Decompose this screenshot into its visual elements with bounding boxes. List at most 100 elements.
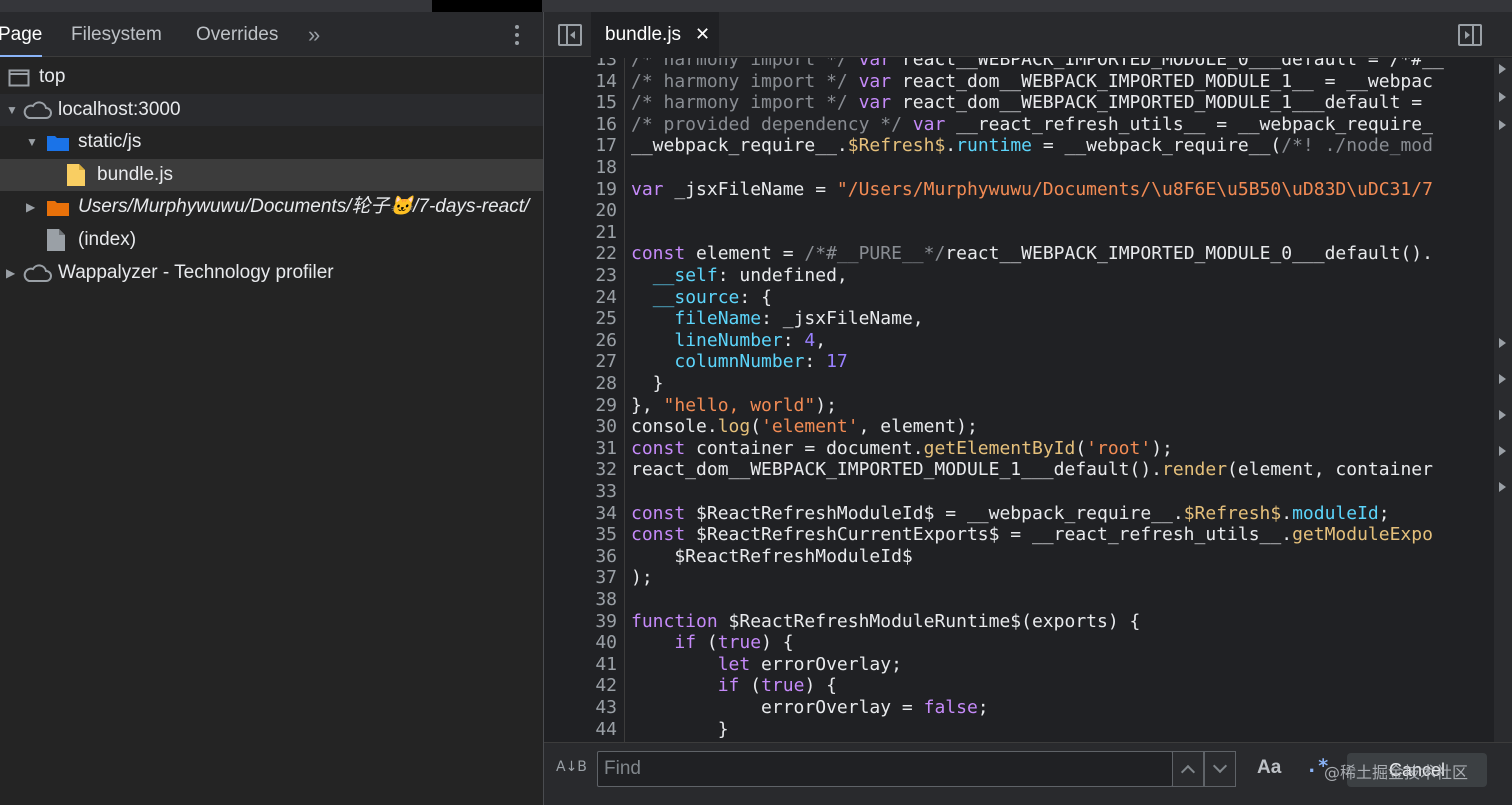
- line-number[interactable]: 32: [544, 459, 617, 481]
- code-line[interactable]: 24 __source: {: [544, 287, 1494, 309]
- code-line[interactable]: 29}, "hello, world");: [544, 395, 1494, 417]
- expand-pane-icon[interactable]: [1499, 482, 1506, 492]
- expand-pane-icon[interactable]: [1499, 374, 1506, 384]
- line-number[interactable]: 31: [544, 438, 617, 460]
- line-number[interactable]: 44: [544, 719, 617, 741]
- tree-item[interactable]: (index): [0, 224, 543, 256]
- editor-tab-bundle-js[interactable]: bundle.js ✕: [591, 12, 719, 57]
- close-tab-icon[interactable]: ✕: [695, 12, 710, 57]
- collapse-arrow-icon[interactable]: ▼: [26, 126, 38, 158]
- code-line[interactable]: 37);: [544, 567, 1494, 589]
- expand-pane-icon[interactable]: [1499, 338, 1506, 348]
- line-number[interactable]: 40: [544, 632, 617, 654]
- find-next-button[interactable]: [1204, 751, 1236, 787]
- code-line[interactable]: 39 function $ReactRefreshModuleRuntime$(e…: [544, 611, 1494, 633]
- line-number[interactable]: 43: [544, 697, 617, 719]
- show-debugger-icon[interactable]: [1458, 24, 1482, 46]
- tab-overrides[interactable]: Overrides: [196, 12, 278, 57]
- code-line[interactable]: 33: [544, 481, 1494, 503]
- match-case-button[interactable]: Aa: [1257, 757, 1281, 779]
- line-number[interactable]: 38: [544, 589, 617, 611]
- replace-toggle-icon[interactable]: A↓B: [556, 759, 587, 775]
- find-input[interactable]: [597, 751, 1173, 787]
- line-number[interactable]: 13: [544, 58, 617, 71]
- tree-item[interactable]: ▼ static/js: [0, 126, 543, 158]
- line-number[interactable]: 42: [544, 675, 617, 697]
- line-number[interactable]: 17: [544, 135, 617, 157]
- code-editor[interactable]: 13 /* harmony import */ var react__WEBPAC…: [544, 58, 1494, 742]
- code-line[interactable]: 18: [544, 157, 1494, 179]
- code-line[interactable]: 20: [544, 200, 1494, 222]
- code-line[interactable]: 34 const $ReactRefreshModuleId$ = __webpa…: [544, 503, 1494, 525]
- code-line[interactable]: 16 /* provided dependency */ var __react_…: [544, 114, 1494, 136]
- code-line[interactable]: 30 console.log('element', element);: [544, 416, 1494, 438]
- code-line[interactable]: 32 react_dom__WEBPACK_IMPORTED_MODULE_1__…: [544, 459, 1494, 481]
- tree-item-label: localhost:3000: [58, 98, 181, 120]
- expand-arrow-icon[interactable]: ▶: [26, 191, 38, 223]
- expand-pane-icon[interactable]: [1499, 64, 1506, 74]
- code-line[interactable]: 31 const container = document.getElementB…: [544, 438, 1494, 460]
- line-number[interactable]: 39: [544, 611, 617, 633]
- code-line[interactable]: 28 }: [544, 373, 1494, 395]
- code-line[interactable]: 14 /* harmony import */ var react_dom__WE…: [544, 71, 1494, 93]
- line-number[interactable]: 26: [544, 330, 617, 352]
- code-line[interactable]: 21: [544, 222, 1494, 244]
- line-number[interactable]: 37: [544, 567, 617, 589]
- line-number[interactable]: 28: [544, 373, 617, 395]
- line-number[interactable]: 16: [544, 114, 617, 136]
- line-number[interactable]: 15: [544, 92, 617, 114]
- code-line[interactable]: 26 lineNumber: 4,: [544, 330, 1494, 352]
- line-number[interactable]: 41: [544, 654, 617, 676]
- line-number[interactable]: 30: [544, 416, 617, 438]
- code-line[interactable]: 19 var _jsxFileName = "/Users/Murphywuwu/…: [544, 179, 1494, 201]
- tree-item[interactable]: bundle.js: [0, 158, 543, 191]
- code-line[interactable]: 27 columnNumber: 17: [544, 351, 1494, 373]
- code-line[interactable]: 40 if (true) {: [544, 632, 1494, 654]
- expand-arrow-icon[interactable]: ▶: [6, 257, 18, 289]
- code-token: runtime: [956, 135, 1032, 157]
- tree-item[interactable]: ▶ Users/Murphywuwu/Documents/轮子🐱/7-days-r…: [0, 191, 543, 223]
- code-line[interactable]: 44 }: [544, 719, 1494, 741]
- line-number[interactable]: 21: [544, 222, 617, 244]
- code-line[interactable]: 38: [544, 589, 1494, 611]
- line-number[interactable]: 29: [544, 395, 617, 417]
- line-number[interactable]: 18: [544, 157, 617, 179]
- more-tabs-icon[interactable]: »: [308, 12, 320, 57]
- line-number[interactable]: 22: [544, 243, 617, 265]
- code-line[interactable]: 36 $ReactRefreshModuleId$: [544, 546, 1494, 568]
- code-line[interactable]: 43 errorOverlay = false;: [544, 697, 1494, 719]
- line-number[interactable]: 24: [544, 287, 617, 309]
- line-number[interactable]: 27: [544, 351, 617, 373]
- collapse-arrow-icon[interactable]: ▼: [6, 94, 18, 126]
- code-line[interactable]: 42 if (true) {: [544, 675, 1494, 697]
- code-line[interactable]: 23 __self: undefined,: [544, 265, 1494, 287]
- code-line[interactable]: 35 const $ReactRefreshCurrentExports$ = _…: [544, 524, 1494, 546]
- line-number[interactable]: 20: [544, 200, 617, 222]
- show-navigator-icon[interactable]: [558, 24, 582, 46]
- expand-pane-icon[interactable]: [1499, 92, 1506, 102]
- line-number[interactable]: 23: [544, 265, 617, 287]
- line-number[interactable]: 35: [544, 524, 617, 546]
- line-number[interactable]: 36: [544, 546, 617, 568]
- code-line[interactable]: 22 const element = /*#__PURE__*/react__WE…: [544, 243, 1494, 265]
- line-number[interactable]: 33: [544, 481, 617, 503]
- more-options-icon[interactable]: [505, 20, 529, 50]
- tree-item[interactable]: ▼ localhost:3000: [0, 93, 543, 126]
- code-line[interactable]: 25 fileName: _jsxFileName,: [544, 308, 1494, 330]
- line-number[interactable]: 25: [544, 308, 617, 330]
- code-line[interactable]: 13 /* harmony import */ var react__WEBPAC…: [544, 58, 1494, 71]
- tab-page[interactable]: Page: [0, 12, 43, 57]
- tree-item[interactable]: ▶ Wappalyzer - Technology profiler: [0, 257, 543, 289]
- find-previous-button[interactable]: [1172, 751, 1204, 787]
- code-line[interactable]: 17 __webpack_require__.$Refresh$.runtime …: [544, 135, 1494, 157]
- code-line[interactable]: 15 /* harmony import */ var react_dom__WE…: [544, 92, 1494, 114]
- expand-pane-icon[interactable]: [1499, 120, 1506, 130]
- expand-pane-icon[interactable]: [1499, 446, 1506, 456]
- line-number[interactable]: 34: [544, 503, 617, 525]
- tree-item[interactable]: top: [0, 61, 543, 93]
- expand-pane-icon[interactable]: [1499, 410, 1506, 420]
- line-number[interactable]: 14: [544, 71, 617, 93]
- code-line[interactable]: 41 let errorOverlay;: [544, 654, 1494, 676]
- line-number[interactable]: 19: [544, 179, 617, 201]
- tab-filesystem[interactable]: Filesystem: [71, 12, 162, 57]
